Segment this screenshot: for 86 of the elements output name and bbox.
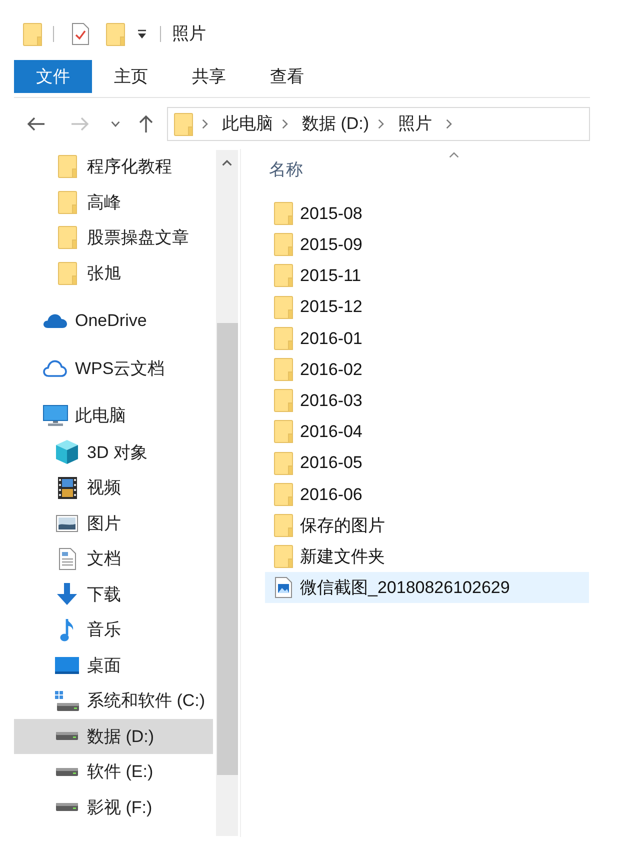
chevron-right-icon — [446, 119, 452, 129]
file-row[interactable]: 2015-12 — [265, 292, 589, 323]
sidebar-item[interactable]: 股票操盘文章 — [14, 220, 213, 256]
up-arrow-icon — [139, 115, 153, 133]
sidebar-item[interactable]: 数据 (D:) — [14, 718, 213, 754]
folder-icon — [274, 264, 292, 288]
folder-icon — [274, 514, 292, 537]
sidebar-item[interactable]: 程序化教程 — [14, 149, 213, 184]
sidebar-item[interactable]: 此电脑 — [14, 398, 213, 434]
sidebar-item[interactable]: WPS云文档 — [14, 350, 213, 386]
folder-icon — [274, 482, 292, 506]
folder-icon — [274, 233, 292, 256]
sidebar-item[interactable]: 文档 — [14, 541, 213, 576]
sidebar-item[interactable]: 高峰 — [14, 184, 213, 220]
folder-icon — [274, 420, 292, 444]
folder-icon — [274, 389, 292, 412]
caret-up-icon — [222, 160, 232, 166]
cube-icon — [56, 440, 78, 464]
document-icon — [58, 548, 76, 570]
window-title: 照片 — [172, 23, 206, 46]
sidebar-item[interactable]: 系统和软件 (C:) — [14, 683, 213, 718]
ribbon-tab[interactable]: 查看 — [248, 60, 326, 93]
chevron-right-icon — [282, 119, 288, 129]
drive-icon — [56, 732, 78, 740]
file-row[interactable]: 2016-02 — [265, 354, 589, 386]
ribbon-tab[interactable]: 共享 — [170, 60, 248, 93]
sidebar-item[interactable]: 视频 — [14, 470, 213, 506]
checked-document-icon[interactable] — [72, 23, 89, 45]
folder-icon — [274, 545, 292, 568]
dropdown-icon[interactable] — [137, 29, 147, 39]
folder-icon — [274, 452, 292, 475]
film-strip-icon — [58, 476, 76, 499]
file-row[interactable]: 微信截图_20180826102629 — [265, 572, 589, 604]
screen-icon — [55, 656, 79, 674]
folder-icon — [58, 226, 76, 250]
breadcrumb-item[interactable]: 数据 (D:) — [302, 111, 370, 137]
sidebar-item[interactable]: 音乐 — [14, 612, 213, 648]
chevron-down-icon — [110, 121, 120, 127]
scrollbar-thumb[interactable] — [216, 323, 238, 775]
folder-icon — [58, 155, 76, 178]
folder-icon — [58, 262, 76, 285]
column-header[interactable]: 名称 — [261, 149, 589, 180]
folder-icon — [274, 296, 292, 319]
breadcrumb-item[interactable]: 照片 — [398, 111, 432, 137]
file-row[interactable]: 2016-05 — [265, 448, 589, 479]
sidebar-item[interactable]: 桌面 — [14, 648, 213, 683]
down-arrow-icon — [56, 583, 78, 606]
file-row[interactable]: 新建文件夹 — [265, 541, 589, 572]
sidebar-item[interactable]: 影视 (F:) — [14, 790, 213, 825]
music-note-icon — [60, 618, 74, 642]
file-row[interactable]: 2016-04 — [265, 416, 589, 448]
sidebar-item[interactable]: 图片 — [14, 506, 213, 541]
file-menu-tab[interactable]: 文件 — [14, 60, 92, 93]
system-drive-icon — [55, 690, 79, 711]
sidebar-item[interactable]: 张旭 — [14, 256, 213, 291]
left-arrow-icon — [27, 117, 45, 131]
picture-icon — [56, 514, 78, 532]
file-row[interactable]: 2016-03 — [265, 385, 589, 416]
image-file-icon — [274, 577, 292, 598]
cloud-outline-icon — [43, 360, 67, 377]
chevron-right-icon — [378, 119, 384, 129]
scrollbar[interactable] — [216, 150, 238, 836]
file-row[interactable]: 2016-06 — [265, 478, 589, 510]
file-row[interactable]: 2015-11 — [265, 260, 589, 292]
file-row[interactable]: 2015-08 — [265, 198, 589, 230]
folder-icon — [274, 202, 292, 226]
file-row[interactable]: 2016-01 — [265, 322, 589, 354]
folder-icon — [58, 190, 76, 214]
right-arrow-icon — [71, 117, 89, 131]
ribbon-tab[interactable]: 主页 — [92, 60, 170, 93]
breadcrumb-item[interactable]: 此电脑 — [222, 111, 273, 137]
address-bar[interactable]: 此电脑 数据 (D:) 照片 — [167, 107, 590, 141]
sidebar-item[interactable]: OneDrive — [14, 303, 213, 338]
sidebar-item[interactable]: 软件 (E:) — [14, 754, 213, 790]
sidebar-item[interactable]: 下载 — [14, 576, 213, 612]
cloud-icon — [43, 313, 67, 328]
folder-icon — [274, 326, 292, 350]
folder-icon — [174, 112, 193, 136]
chevron-right-icon — [202, 119, 208, 129]
file-row[interactable]: 2015-09 — [265, 229, 589, 260]
drive-icon — [56, 803, 78, 812]
sidebar-item[interactable]: 3D 对象 — [14, 434, 213, 470]
monitor-icon — [42, 405, 68, 426]
drive-icon — [56, 768, 78, 776]
file-row[interactable]: 保存的图片 — [265, 510, 589, 542]
folder-icon — [274, 358, 292, 382]
